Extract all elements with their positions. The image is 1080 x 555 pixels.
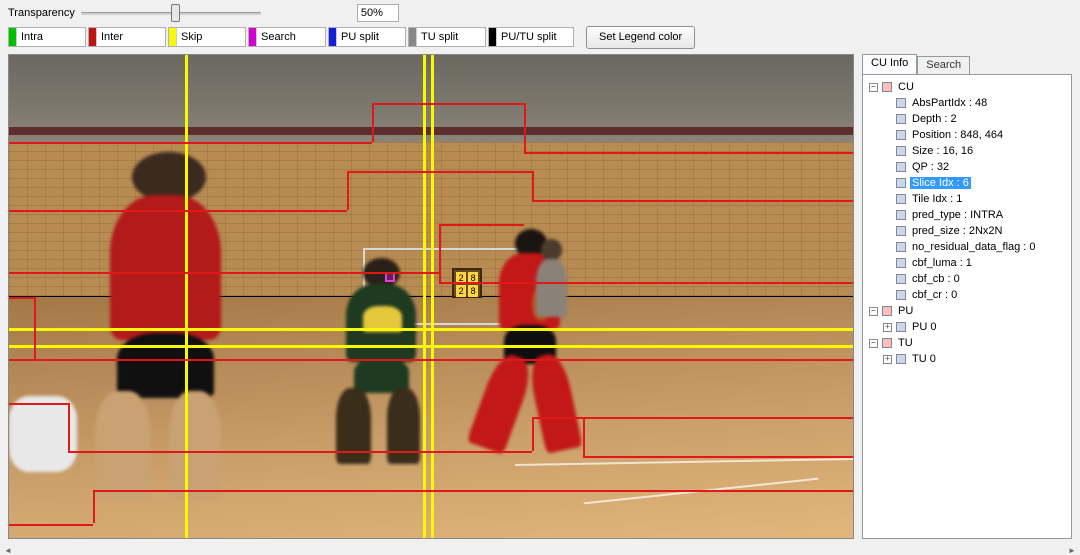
horizontal-scrollbar[interactable]: ◄ ►	[0, 545, 1080, 555]
tree-item[interactable]: QP : 32	[910, 161, 951, 173]
tree-item[interactable]: Size : 16, 16	[910, 145, 975, 157]
tree-item[interactable]: pred_size : 2Nx2N	[910, 225, 1005, 237]
tree-item[interactable]: cbf_cb : 0	[910, 273, 962, 285]
expander-icon[interactable]: +	[883, 355, 892, 364]
skip-line	[9, 345, 853, 348]
scroll-right-icon[interactable]: ►	[1064, 545, 1080, 555]
cu-info-tree[interactable]: − CU AbsPartIdx : 48 Depth : 2 Position :…	[862, 74, 1072, 539]
tree-item[interactable]: Tile Idx : 1	[910, 193, 964, 205]
scroll-left-icon[interactable]: ◄	[0, 545, 16, 555]
expander-icon[interactable]: −	[869, 339, 878, 348]
tree-item[interactable]: TU 0	[910, 353, 938, 365]
info-panel: CU Info Search − CU AbsPartIdx : 48 Depth…	[862, 54, 1072, 539]
skip-line	[431, 55, 434, 538]
skip-line	[9, 328, 853, 331]
legend-pu-split[interactable]: PU split	[328, 27, 406, 47]
set-legend-color-button[interactable]: Set Legend color	[586, 26, 695, 49]
tree-item-selected[interactable]: Slice Idx : 6	[910, 177, 971, 189]
node-icon	[882, 82, 892, 92]
legend-color-swatch	[9, 28, 17, 46]
skip-line	[185, 55, 188, 538]
legend-search[interactable]: Search	[248, 27, 326, 47]
tree-item[interactable]: pred_type : INTRA	[910, 209, 1005, 221]
expander-icon[interactable]: −	[869, 83, 878, 92]
expander-icon[interactable]: +	[883, 323, 892, 332]
transparency-input[interactable]	[357, 4, 399, 22]
expander-icon[interactable]: −	[869, 307, 878, 316]
legend-putu-split[interactable]: PU/TU split	[488, 27, 574, 47]
tab-search[interactable]: Search	[917, 56, 970, 74]
tree-item[interactable]: Depth : 2	[910, 113, 959, 125]
tree-pu[interactable]: PU	[896, 305, 915, 317]
tree-tu[interactable]: TU	[896, 337, 915, 349]
tree-item[interactable]: PU 0	[910, 321, 938, 333]
transparency-label: Transparency	[8, 7, 75, 19]
legend-intra[interactable]: Intra	[8, 27, 86, 47]
inter-line	[9, 142, 372, 144]
transparency-slider[interactable]	[81, 5, 261, 21]
video-canvas[interactable]: 2 8 2 8	[8, 54, 854, 539]
tree-item[interactable]: AbsPartIdx : 48	[910, 97, 989, 109]
tree-item[interactable]: no_residual_data_flag : 0	[910, 241, 1038, 253]
tree-item[interactable]: cbf_luma : 1	[910, 257, 974, 269]
tree-item[interactable]: Position : 848, 464	[910, 129, 1005, 141]
legend-tu-split[interactable]: TU split	[408, 27, 486, 47]
legend-label: Intra	[17, 31, 47, 43]
tree-item[interactable]: cbf_cr : 0	[910, 289, 959, 301]
tree-cu[interactable]: CU	[896, 81, 916, 93]
legend-skip[interactable]: Skip	[168, 27, 246, 47]
tab-cu-info[interactable]: CU Info	[862, 54, 917, 74]
legend-inter[interactable]: Inter	[88, 27, 166, 47]
skip-line	[423, 55, 426, 538]
